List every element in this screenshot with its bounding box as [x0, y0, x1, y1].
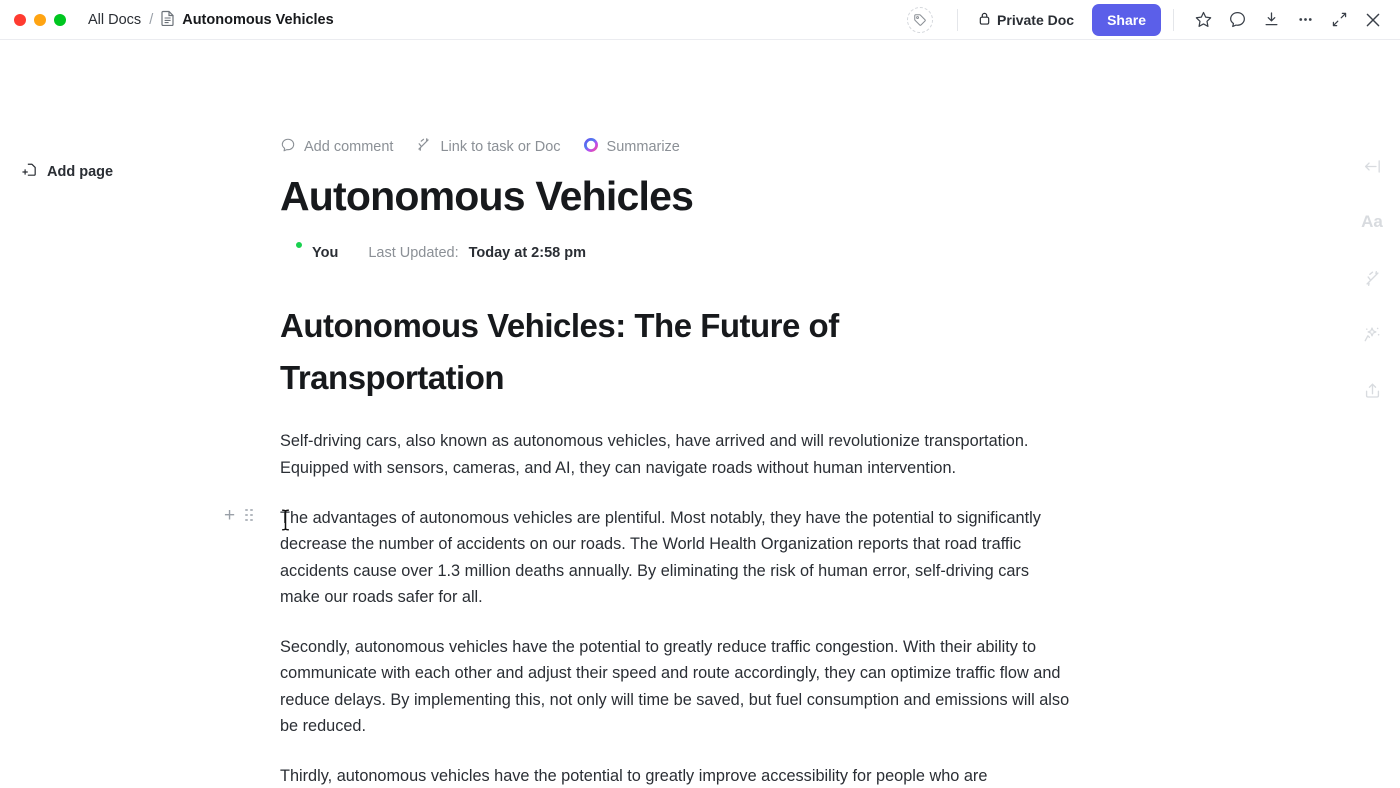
collapse-sidebar-icon[interactable]	[1356, 152, 1388, 180]
share-button[interactable]: Share	[1092, 3, 1161, 36]
ai-summarize-icon	[583, 137, 599, 157]
app-shell: Add page Add comment Link to task or Doc…	[0, 40, 1400, 788]
breadcrumb-separator: /	[149, 11, 154, 28]
star-icon[interactable]	[1186, 5, 1220, 35]
left-sidebar: Add page	[0, 40, 280, 788]
paragraph-2-text: The advantages of autonomous vehicles ar…	[280, 508, 1041, 607]
last-updated-label: Last Updated:	[368, 245, 459, 262]
sidebar-item-add-page[interactable]: Add page	[14, 158, 121, 186]
add-page-icon	[22, 162, 38, 182]
breadcrumb-all-docs[interactable]: All Docs	[88, 12, 141, 28]
block-controls: +	[224, 506, 253, 525]
privacy-status-button[interactable]: Private Doc	[970, 6, 1082, 34]
breadcrumb-current-label: Autonomous Vehicles	[182, 11, 334, 28]
close-window-button[interactable]	[14, 13, 26, 26]
paragraph-1[interactable]: Self-driving cars, also known as autonom…	[280, 428, 1070, 481]
ai-wand-icon[interactable]	[1356, 320, 1388, 348]
document-area: Add comment Link to task or Doc Summariz…	[224, 40, 1344, 788]
maximize-window-button[interactable]	[54, 13, 66, 26]
online-status-dot	[295, 241, 303, 250]
right-sidebar: Aa	[1344, 40, 1400, 788]
page-title[interactable]: Autonomous Vehicles	[280, 173, 1070, 220]
traffic-light-controls	[14, 13, 66, 26]
privacy-label: Private Doc	[997, 11, 1075, 28]
more-options-icon[interactable]	[1288, 5, 1322, 35]
paragraph-4[interactable]: Thirdly, autonomous vehicles have the po…	[280, 763, 1070, 788]
comment-icon[interactable]	[1220, 5, 1254, 35]
divider	[957, 8, 959, 31]
tag-icon[interactable]	[907, 6, 934, 33]
add-comment-button[interactable]: Add comment	[280, 137, 393, 157]
drag-handle[interactable]	[245, 508, 253, 522]
add-comment-label: Add comment	[304, 138, 394, 155]
breadcrumb-current-doc[interactable]: Autonomous Vehicles	[161, 10, 334, 30]
minimize-window-button[interactable]	[34, 13, 46, 26]
relationships-icon[interactable]	[1356, 264, 1388, 292]
summarize-button[interactable]: Summarize	[583, 137, 680, 157]
document-meta: You Last Updated: Today at 2:58 pm	[280, 241, 1070, 264]
titlebar-actions: Private Doc Share	[907, 3, 1390, 36]
lock-icon	[978, 11, 991, 29]
summarize-label: Summarize	[606, 138, 680, 155]
collapse-icon[interactable]	[1322, 5, 1356, 35]
add-page-label: Add page	[47, 164, 114, 180]
window-titlebar: All Docs / Autonomous Vehicles Private D…	[0, 0, 1400, 40]
document-toolbar: Add comment Link to task or Doc Summariz…	[280, 136, 1070, 157]
font-settings-label: Aa	[1361, 212, 1383, 231]
doc-page-icon	[161, 10, 175, 30]
add-block-button[interactable]: +	[224, 506, 235, 525]
font-settings-icon[interactable]: Aa	[1356, 208, 1388, 236]
breadcrumb: All Docs / Autonomous Vehicles	[88, 10, 334, 30]
paragraph-2[interactable]: + The advantages of autonomous vehicles …	[224, 505, 1070, 611]
author-name: You	[312, 245, 339, 262]
comment-icon	[280, 137, 296, 157]
download-icon[interactable]	[1254, 5, 1288, 35]
link-to-task-button[interactable]: Link to task or Doc	[415, 136, 561, 157]
last-updated-value: Today at 2:58 pm	[468, 245, 586, 262]
section-heading[interactable]: Autonomous Vehicles: The Future of Trans…	[280, 300, 880, 404]
avatar[interactable]	[280, 241, 303, 264]
link-icon	[415, 136, 432, 157]
paragraph-3[interactable]: Secondly, autonomous vehicles have the p…	[280, 634, 1070, 740]
document-content: Add comment Link to task or Doc Summariz…	[224, 136, 1070, 788]
close-icon[interactable]	[1356, 5, 1390, 35]
link-to-task-label: Link to task or Doc	[440, 138, 561, 155]
divider	[1173, 8, 1174, 31]
share-export-icon[interactable]	[1356, 376, 1388, 404]
